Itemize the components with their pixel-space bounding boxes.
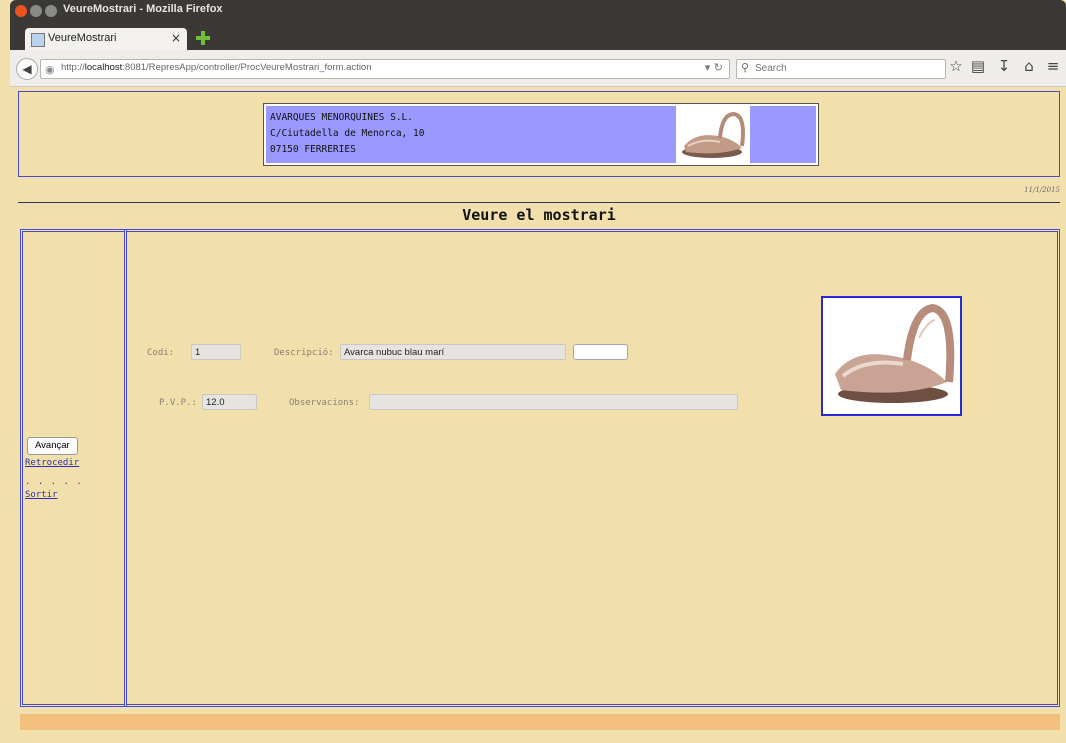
company-city: 07150 FERRERIES	[270, 144, 356, 155]
left-nav-panel: Avançar Retrocedir . . . . . Sortir	[20, 229, 127, 707]
tab-strip: VeureMostrari ×	[10, 22, 1066, 50]
search-input[interactable]	[755, 61, 935, 75]
nav-separator: . . . . .	[25, 477, 83, 487]
maximize-window-icon[interactable]	[45, 5, 57, 17]
company-name: AVARQUES MENORQUINES S.L.	[270, 112, 413, 123]
header-frame: AVARQUES MENORQUINES S.L. C/Ciutadella d…	[18, 91, 1060, 177]
window-titlebar: VeureMostrari - Mozilla Firefox	[10, 0, 1066, 22]
url-text: http://localhost:8081/RepresApp/controll…	[61, 62, 372, 73]
extra-input-field[interactable]	[573, 344, 628, 360]
page-favicon-icon	[31, 33, 45, 47]
reading-list-icon[interactable]: ▤	[968, 57, 988, 75]
close-tab-icon[interactable]: ×	[171, 31, 181, 45]
title-divider	[18, 202, 1060, 203]
footer-bar	[20, 714, 1060, 730]
main-panel: Codi: Descripció: P.V.P.: Observacions:	[124, 229, 1060, 707]
url-bar[interactable]: ◉ http://localhost:8081/RepresApp/contro…	[40, 59, 730, 79]
globe-icon: ◉	[45, 63, 55, 76]
company-address: C/Ciutadella de Menorca, 10	[270, 128, 425, 139]
pvp-field[interactable]	[202, 394, 257, 410]
sandal-logo-image	[676, 106, 750, 163]
navigation-bar: ◀ ◉ http://localhost:8081/RepresApp/cont…	[10, 50, 1066, 87]
search-icon: ⚲	[741, 61, 750, 74]
codi-label: Codi:	[147, 348, 175, 358]
close-window-icon[interactable]	[15, 5, 27, 17]
company-logo-box: AVARQUES MENORQUINES S.L. C/Ciutadella d…	[263, 103, 819, 166]
observacions-label: Observacions:	[289, 398, 360, 408]
sortir-link[interactable]: Sortir	[25, 490, 58, 500]
tab-label: VeureMostrari	[48, 32, 117, 44]
descripcio-label: Descripció:	[274, 348, 334, 358]
new-tab-icon[interactable]	[196, 31, 210, 45]
menu-icon[interactable]: ≡	[1043, 57, 1063, 75]
avancar-button[interactable]: Avançar	[27, 437, 78, 455]
back-icon[interactable]: ◀	[16, 58, 38, 80]
bookmark-star-icon[interactable]: ☆	[946, 57, 966, 75]
observacions-field[interactable]	[369, 394, 738, 410]
download-icon[interactable]: ↧	[994, 57, 1014, 75]
current-date: 11/1/2015	[1024, 186, 1060, 194]
tab-veuremostrari[interactable]: VeureMostrari ×	[25, 28, 187, 50]
pvp-label: P.V.P.:	[159, 398, 197, 408]
retrocedir-link[interactable]: Retrocedir	[25, 458, 79, 468]
reload-icon[interactable]: ▾ ↻	[705, 61, 723, 74]
search-bar[interactable]: ⚲	[736, 59, 946, 79]
window-title: VeureMostrari - Mozilla Firefox	[63, 3, 223, 15]
product-image	[821, 296, 962, 416]
descripcio-field[interactable]	[340, 344, 566, 360]
home-icon[interactable]: ⌂	[1019, 57, 1039, 75]
page-title: Veure el mostrari	[462, 206, 616, 224]
codi-field[interactable]	[191, 344, 241, 360]
minimize-window-icon[interactable]	[30, 5, 42, 17]
company-info: AVARQUES MENORQUINES S.L. C/Ciutadella d…	[270, 110, 424, 158]
